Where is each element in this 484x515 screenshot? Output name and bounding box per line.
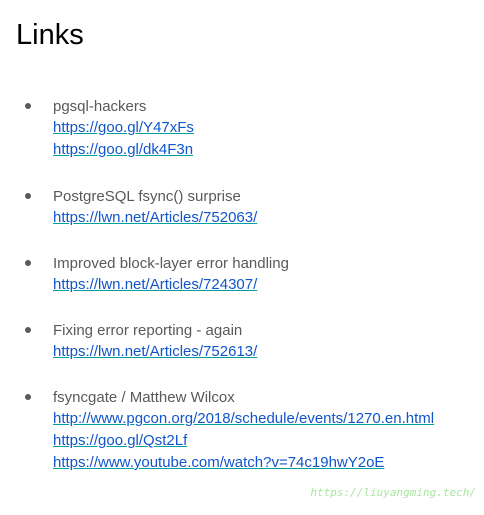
bullet-dot [25,193,31,199]
bullet-dot [25,327,31,333]
watermark-url: https://liuyangming.tech/ [310,486,476,499]
list-item-label: pgsql-hackers [53,98,147,115]
list-item-label: PostgreSQL fsync() surprise [53,188,241,205]
link-goo-gl-qst2lf[interactable]: https://goo.gl/Qst2Lf [53,430,473,452]
bullet-dot [25,103,31,109]
list-item-label: Fixing error reporting - again [53,322,243,339]
link-goo-gl-dk4f3n[interactable]: https://goo.gl/dk4F3n [53,139,473,161]
link-lwn-752063[interactable]: https://lwn.net/Articles/752063/ [53,207,473,229]
bullet-dot [25,394,31,400]
link-goo-gl-y47xfs[interactable]: https://goo.gl/Y47xFs [53,117,473,139]
list-item-label: fsyncgate / Matthew Wilcox [53,389,235,406]
link-lwn-752613[interactable]: https://lwn.net/Articles/752613/ [53,341,473,363]
link-lwn-724307[interactable]: https://lwn.net/Articles/724307/ [53,274,473,296]
slide-title: Links [16,19,84,51]
bullet-dot [25,260,31,266]
link-youtube-video[interactable]: https://www.youtube.com/watch?v=74c19hwY… [53,452,473,474]
link-pgcon-event[interactable]: http://www.pgcon.org/2018/schedule/event… [53,408,473,430]
list-item-label: Improved block-layer error handling [53,255,289,272]
